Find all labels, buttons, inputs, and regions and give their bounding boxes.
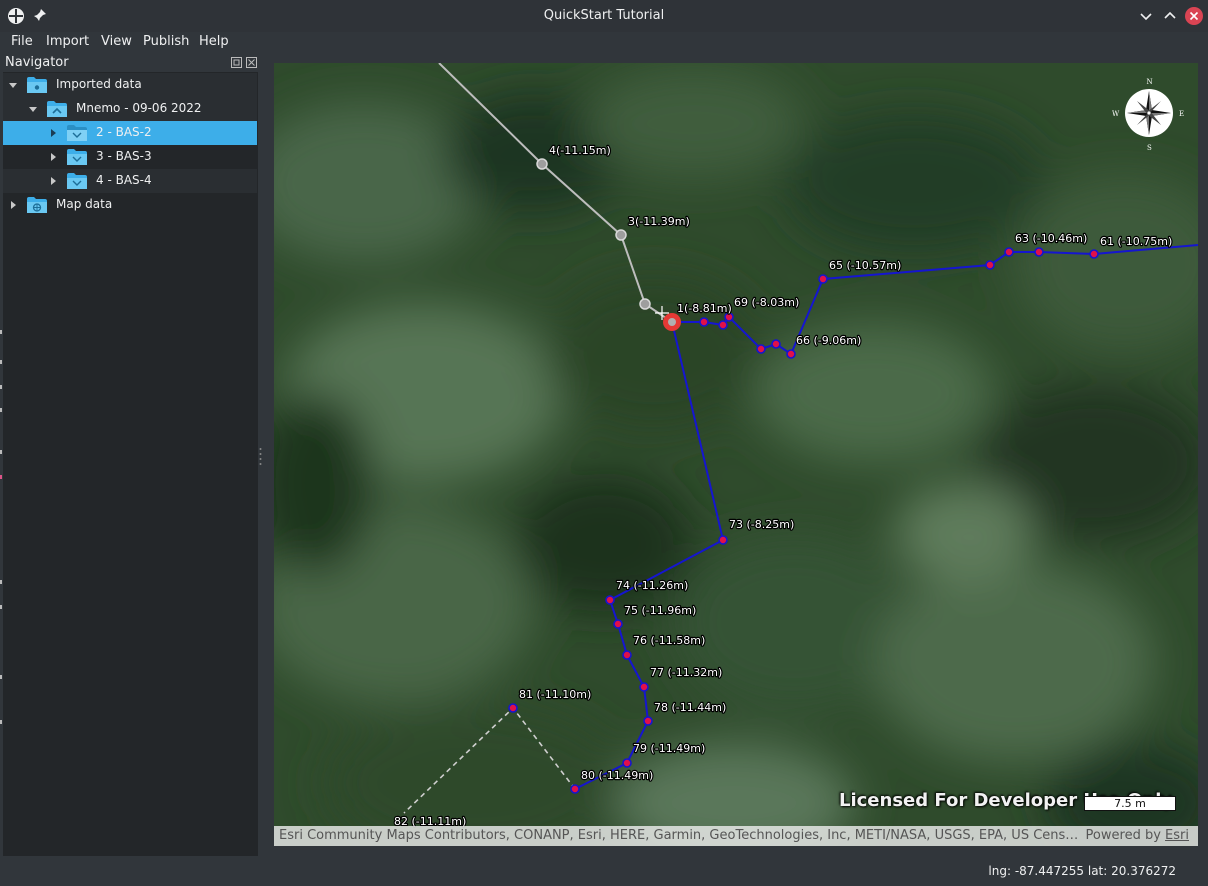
edge-tick-marks	[0, 330, 2, 724]
folder-icon	[67, 149, 87, 165]
menu-file[interactable]: File	[11, 34, 33, 49]
title-bar: QuickStart Tutorial	[0, 0, 1208, 32]
panel-splitter-handle[interactable]	[259, 446, 262, 468]
compass-rose-icon[interactable]: N S E W	[1109, 75, 1189, 155]
tree-item-mnemo[interactable]: Mnemo - 09-06 2022	[3, 97, 257, 121]
survey-overlay[interactable]: 4(-11.15m) 3(-11.39m) 1(-8.81m) 69 (-8.0…	[274, 63, 1198, 846]
station-label-80: 80 (-11.49m)	[581, 769, 653, 782]
navigator-title: Navigator	[5, 55, 69, 70]
menu-import[interactable]: Import	[46, 34, 89, 49]
chevron-down-icon[interactable]	[9, 81, 17, 89]
station-label-76: 76 (-11.58m)	[633, 634, 705, 647]
tree-item-label: 2 - BAS-2	[96, 125, 152, 139]
station-label-73: 73 (-8.25m)	[729, 518, 794, 531]
station-label-79: 79 (-11.49m)	[633, 742, 705, 755]
inactive-survey-line	[438, 63, 673, 323]
dashed-connector	[403, 706, 576, 814]
attribution-text: Esri Community Maps Contributors, CONANP…	[279, 828, 1079, 843]
map-view[interactable]: 4(-11.15m) 3(-11.39m) 1(-8.81m) 69 (-8.0…	[274, 63, 1198, 846]
station-label-1: 1(-8.81m)	[677, 302, 732, 315]
station-3[interactable]	[615, 229, 627, 241]
cursor-coordinates: lng: -87.447255 lat: 20.376272	[988, 864, 1176, 878]
station-label-61: 61 (-10.75m)	[1100, 235, 1172, 248]
station-label-81: 81 (-11.10m)	[519, 688, 591, 701]
attribution-bar: Esri Community Maps Contributors, CONANP…	[274, 826, 1198, 846]
station-4[interactable]	[536, 158, 548, 170]
menu-publish[interactable]: Publish	[143, 34, 189, 49]
compass-w: W	[1112, 110, 1120, 118]
menu-help[interactable]: Help	[199, 34, 229, 49]
station-label-75: 75 (-11.96m)	[624, 604, 696, 617]
window-title: QuickStart Tutorial	[543, 8, 665, 23]
minimize-icon[interactable]	[1137, 7, 1155, 25]
close-icon[interactable]	[1185, 7, 1203, 25]
esri-link[interactable]: Esri	[1165, 828, 1189, 843]
compass-s: S	[1147, 144, 1152, 152]
station-1-selected[interactable]	[663, 313, 681, 331]
menu-view[interactable]: View	[101, 34, 132, 49]
compass-e: E	[1179, 110, 1184, 118]
tree-item-map-data[interactable]: Map data	[3, 193, 257, 217]
station-label-66: 66 (-9.06m)	[796, 334, 861, 347]
dock-buttons[interactable]	[231, 57, 257, 68]
tree-item-label: Imported data	[56, 77, 142, 91]
chevron-right-icon[interactable]	[49, 129, 57, 137]
station-markers[interactable]	[508, 247, 1099, 794]
chevron-right-icon[interactable]	[49, 177, 57, 185]
station-label-4: 4(-11.15m)	[549, 144, 611, 157]
powered-by-label: Powered by	[1085, 828, 1161, 843]
station-label-63: 63 (-10.46m)	[1015, 232, 1087, 245]
scale-bar: 7.5 m	[1084, 796, 1176, 811]
menu-bar: File Import View Publish Help	[0, 32, 1208, 52]
station-label-3: 3(-11.39m)	[628, 215, 690, 228]
tree-item-label: 4 - BAS-4	[96, 173, 152, 187]
folder-icon	[67, 173, 87, 189]
close-panel-icon[interactable]	[246, 57, 257, 68]
float-icon[interactable]	[231, 57, 242, 68]
tree-item-bas-3[interactable]: 3 - BAS-3	[3, 145, 257, 169]
chevron-right-icon[interactable]	[9, 201, 17, 209]
status-bar: lng: -87.447255 lat: 20.376272	[0, 858, 1208, 886]
tree-item-label: 3 - BAS-3	[96, 149, 152, 163]
maximize-icon[interactable]	[1161, 7, 1179, 25]
tree-item-label: Mnemo - 09-06 2022	[76, 101, 202, 115]
tree-item-bas-4[interactable]: 4 - BAS-4	[3, 169, 257, 193]
globe-folder-icon	[27, 197, 47, 213]
powered-by: Powered by Esri	[1086, 828, 1189, 843]
tree-item-label: Map data	[56, 197, 113, 211]
station-label-77: 77 (-11.32m)	[650, 666, 722, 679]
chevron-right-icon[interactable]	[49, 153, 57, 161]
folder-icon	[27, 77, 47, 93]
compass-n: N	[1147, 78, 1153, 86]
folder-icon	[47, 101, 67, 117]
tree-item-imported-data[interactable]: Imported data	[3, 73, 257, 97]
chevron-down-icon[interactable]	[29, 105, 37, 113]
station-label-69: 69 (-8.03m)	[734, 296, 799, 309]
navigator-tree[interactable]: Imported data Mnemo - 09-06 2022 2 - BAS…	[3, 72, 258, 856]
station-2[interactable]	[639, 298, 651, 310]
station-label-74: 74 (-11.26m)	[616, 579, 688, 592]
folder-icon	[67, 125, 87, 141]
station-label-78: 78 (-11.44m)	[654, 701, 726, 714]
station-label-65: 65 (-10.57m)	[829, 259, 901, 272]
tree-item-bas-2[interactable]: 2 - BAS-2	[3, 121, 257, 145]
